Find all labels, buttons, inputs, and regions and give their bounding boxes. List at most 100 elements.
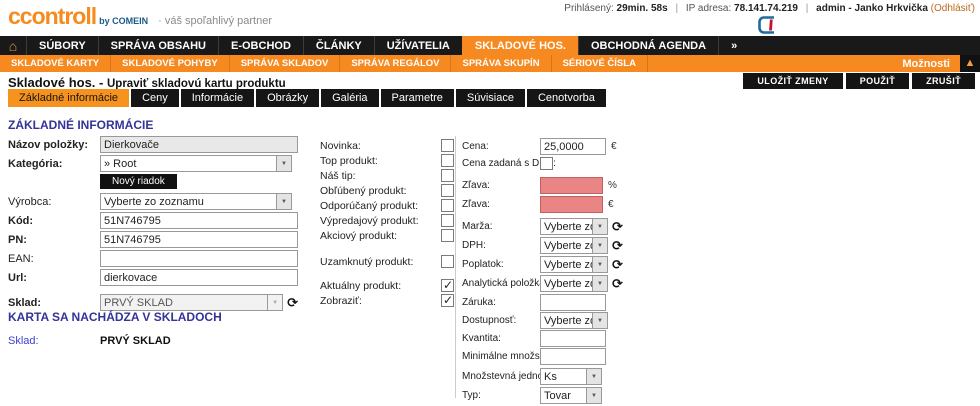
nav-item-e-obchod[interactable]: E-OBCHOD (218, 36, 303, 55)
subnav-item-sprava-skupin[interactable]: SPRÁVA SKUPÍN (451, 55, 551, 72)
flag-top-produkt-label: Top produkt: (320, 155, 441, 167)
availability-select[interactable]: Vyberte zo zoz▼ (540, 312, 608, 329)
cancel-button[interactable]: ZRUŠIŤ (912, 73, 975, 89)
tab-zakladne-informacie[interactable]: Základné informácie (8, 89, 129, 107)
checkbox-zobrazit[interactable] (441, 294, 454, 307)
reload-icon[interactable]: ⟳ (612, 258, 623, 271)
availability-label: Dostupnosť: (462, 315, 540, 326)
reload-icon[interactable]: ⟳ (287, 296, 298, 309)
checkbox-uzamknuty[interactable] (441, 255, 454, 268)
min-qty-input[interactable] (540, 348, 606, 365)
flag-row: Náš tip: (320, 169, 454, 182)
code-input[interactable] (100, 212, 298, 229)
tab-ceny[interactable]: Ceny (131, 89, 179, 107)
name-input[interactable] (100, 136, 298, 153)
nav-item-clanky[interactable]: ČLÁNKY (303, 36, 374, 55)
checkbox-nas-tip[interactable] (441, 169, 454, 182)
checkbox-odporucany[interactable] (441, 199, 454, 212)
ip-label: IP adresa: (686, 3, 731, 14)
scroll-top-button[interactable]: ▲ (960, 55, 980, 72)
nav-home-button[interactable]: ⌂ (0, 36, 26, 55)
vat-label: DPH: (462, 240, 540, 251)
name-label: Názov položky: (8, 139, 100, 151)
tab-cenotvorba[interactable]: Cenotvorba (527, 89, 606, 107)
manufacturer-row: Výrobca: Vyberte zo zoznamu ▼ (8, 193, 298, 210)
column-divider (455, 136, 456, 398)
code-label: Kód: (8, 215, 100, 227)
price-currency: € (611, 141, 617, 152)
nav-item-subory[interactable]: SÚBORY (26, 36, 98, 55)
tab-suvisiace[interactable]: Súvisiace (456, 89, 525, 107)
nav-item-uzivatelia[interactable]: UŽÍVATELIA (374, 36, 462, 55)
app-window: ccontroll by COMEIN · váš spoľahlivý par… (0, 0, 980, 406)
type-row: Typ: Tovar▼ (462, 387, 637, 404)
new-row-button[interactable]: Nový riadok (100, 174, 177, 189)
pn-label: PN: (8, 234, 100, 246)
tab-obrazky[interactable]: Obrázky (256, 89, 319, 107)
analytic-select[interactable]: Vyberte zo zoz▼ (540, 275, 608, 292)
tab-informacie[interactable]: Informácie (181, 89, 254, 107)
subnav-item-skladove-karty[interactable]: SKLADOVÉ KARTY (0, 55, 111, 72)
type-label: Typ: (462, 390, 540, 401)
reload-icon[interactable]: ⟳ (612, 220, 623, 233)
flag-zobrazit-label: Zobraziť: (320, 295, 441, 307)
subnav-item-sprava-regalov[interactable]: SPRÁVA REGÁLOV (340, 55, 451, 72)
nav-item-skladove-hos[interactable]: SKLADOVÉ HOS. (462, 36, 578, 55)
checkbox-vypredajovy[interactable] (441, 214, 454, 227)
flag-akciovy-label: Akciový produkt: (320, 230, 441, 242)
warranty-input[interactable] (540, 294, 606, 311)
nav-item-obchodna-agenda[interactable]: OBCHODNÁ AGENDA (578, 36, 718, 55)
vat-included-label: Cena zadaná s DPH: (462, 158, 540, 169)
section-warehouses-heading: KARTA SA NACHÁDZA V SKLADOCH (8, 310, 222, 324)
save-changes-button[interactable]: ULOŽIŤ ZMENY (743, 73, 842, 89)
reload-icon[interactable]: ⟳ (612, 277, 623, 290)
subnav-item-sprava-skladov[interactable]: SPRÁVA SKLADOV (230, 55, 341, 72)
manufacturer-select[interactable]: Vyberte zo zoznamu ▼ (100, 193, 292, 210)
checkbox-novinka[interactable] (441, 139, 454, 152)
checkbox-oblubeny[interactable] (441, 184, 454, 197)
unit-select[interactable]: Ks▼ (540, 368, 602, 385)
options-label[interactable]: Možnosti (902, 55, 950, 72)
margin-select[interactable]: Vyberte zo zoz▼ (540, 218, 608, 235)
price-row: Cena: € (462, 138, 637, 155)
nav-item-more[interactable]: » (718, 36, 749, 55)
tab-galeria[interactable]: Galéria (321, 89, 378, 107)
tab-bar: Základné informácie Ceny Informácie Obrá… (8, 89, 606, 107)
checkbox-akciovy[interactable] (441, 229, 454, 242)
flag-row: Novinka: (320, 139, 454, 152)
reload-icon[interactable]: ⟳ (612, 239, 623, 252)
flag-row: Odporúčaný produkt: (320, 199, 454, 212)
unit-row: Množstevná jednotka: Ks▼ (462, 368, 637, 385)
url-row: Url: (8, 269, 298, 286)
chevron-down-icon: ▼ (267, 295, 282, 310)
discount-abs-input[interactable] (540, 196, 603, 213)
checkbox-aktualny[interactable] (441, 279, 454, 292)
apply-button[interactable]: POUŽIŤ (846, 73, 909, 89)
price-input[interactable] (540, 138, 606, 155)
checkbox-vat-included[interactable] (540, 157, 553, 170)
quantity-input[interactable] (540, 330, 606, 347)
vat-row: DPH: Vyberte zo zoz▼ ⟳ (462, 237, 637, 254)
pn-input[interactable] (100, 231, 298, 248)
flag-nas-tip-label: Náš tip: (320, 170, 441, 182)
logout-link[interactable]: (Odhlásiť) (931, 3, 975, 14)
analytic-row: Analytická položka: Vyberte zo zoz▼ ⟳ (462, 275, 637, 292)
discount-pct-input[interactable] (540, 177, 603, 194)
warehouse-select[interactable]: PRVÝ SKLAD ▼ (100, 294, 283, 311)
subnav-item-skladove-pohyby[interactable]: SKLADOVÉ POHYBY (111, 55, 230, 72)
discount-pct-row: Zľava: % (462, 177, 637, 194)
subnav-item-seriove-cisla[interactable]: SÉRIOVÉ ČÍSLA (552, 55, 648, 72)
vat-select[interactable]: Vyberte zo zoz▼ (540, 237, 608, 254)
tab-parametre[interactable]: Parametre (381, 89, 454, 107)
checkbox-top-produkt[interactable] (441, 154, 454, 167)
pn-row: PN: (8, 231, 298, 248)
ean-input[interactable] (100, 250, 298, 267)
nav-item-sprava-obsahu[interactable]: SPRÁVA OBSAHU (98, 36, 218, 55)
flag-aktualny-label: Aktuálny produkt: (320, 280, 441, 292)
fee-select[interactable]: Vyberte zo zoz▼ (540, 256, 608, 273)
chevron-down-icon: ▼ (586, 369, 601, 384)
code-row: Kód: (8, 212, 298, 229)
url-input[interactable] (100, 269, 298, 286)
category-select[interactable]: » Root ▼ (100, 155, 292, 172)
type-select[interactable]: Tovar▼ (540, 387, 602, 404)
